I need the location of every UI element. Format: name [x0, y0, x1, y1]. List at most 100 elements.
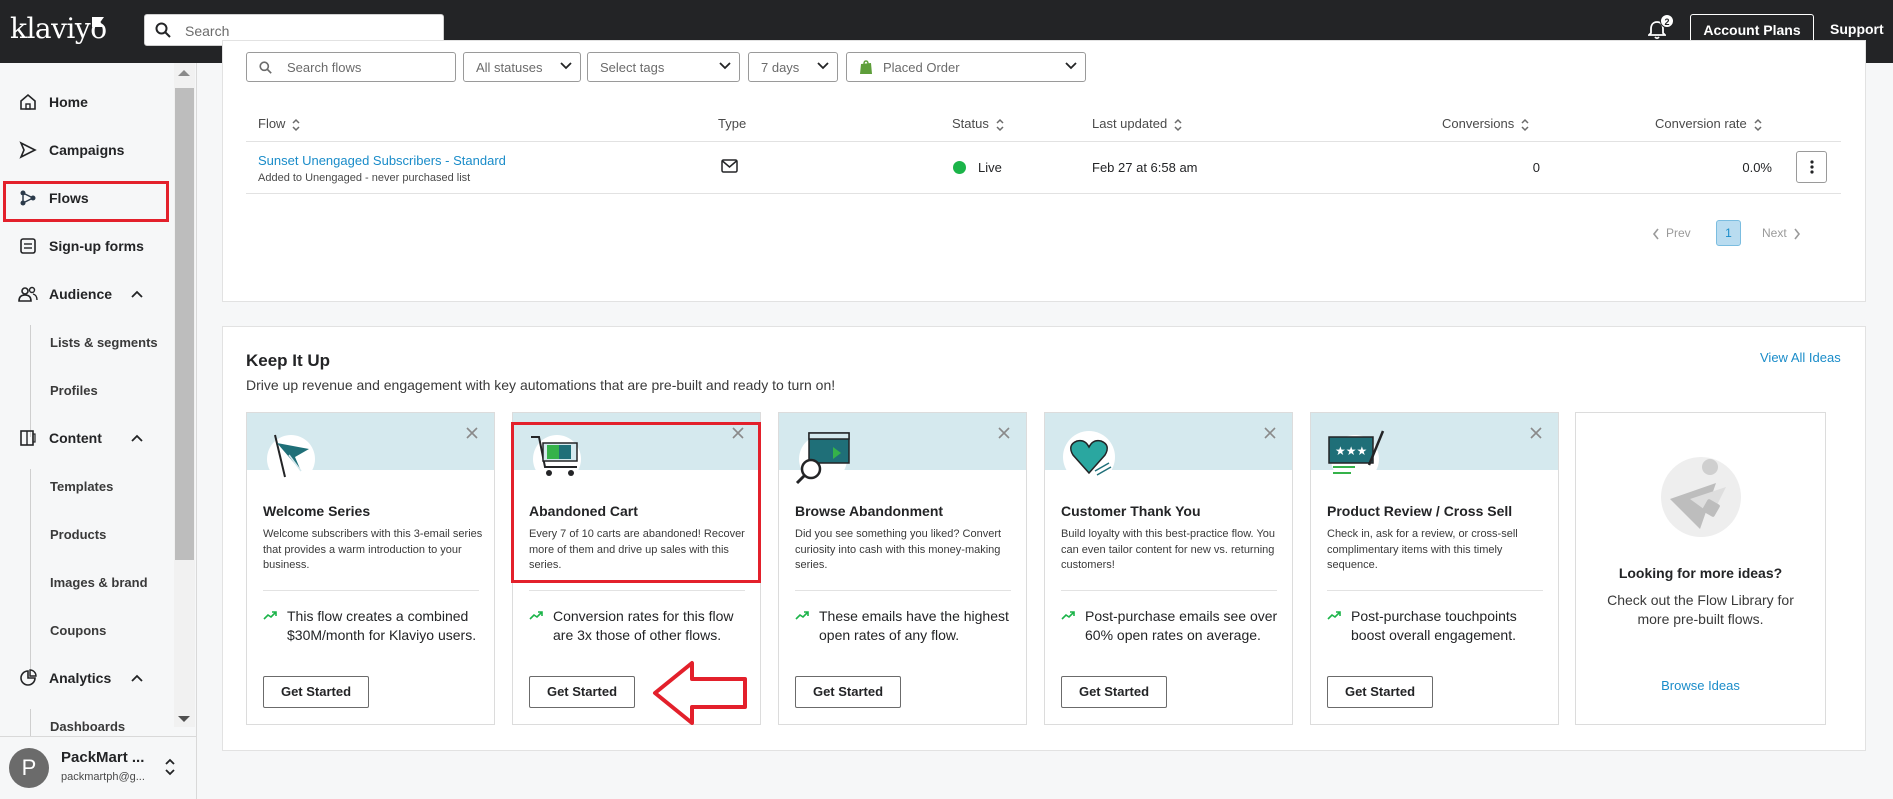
card-stat: Post-purchase emails see over 60% open r… — [1085, 608, 1278, 643]
view-all-ideas-link[interactable]: View All Ideas — [1760, 350, 1841, 365]
sort-icon — [1754, 118, 1762, 131]
card-description: Welcome subscribers with this 3-email se… — [263, 528, 483, 571]
row-actions-button[interactable] — [1796, 151, 1827, 183]
col-header-flow[interactable]: Flow — [258, 116, 301, 132]
get-started-button[interactable]: Get Started — [1327, 676, 1433, 708]
home-icon — [18, 92, 38, 112]
sidebar-sub-profiles[interactable]: Profiles — [50, 383, 98, 398]
card-title: Product Review / Cross Sell — [1327, 503, 1513, 519]
flow-library-illustration — [1661, 457, 1741, 537]
tags-filter-select[interactable]: Select tags — [587, 52, 740, 82]
sidebar-item-label: Sign-up forms — [49, 238, 144, 254]
sidebar-item-label: Audience — [49, 286, 113, 302]
sidebar-sub-coupons[interactable]: Coupons — [50, 623, 106, 638]
flow-idea-card-browse-abandonment: Browse Abandonment Did you see something… — [778, 412, 1027, 725]
browse-ideas-link[interactable]: Browse Ideas — [1576, 678, 1825, 693]
account-switcher[interactable]: P PackMart ... packmartph@g... — [0, 736, 196, 799]
sidebar-sub-templates[interactable]: Templates — [50, 479, 113, 494]
col-header-label: Status — [952, 116, 989, 131]
col-header-type: Type — [718, 116, 747, 131]
support-link[interactable]: Support — [1830, 21, 1884, 37]
close-icon[interactable] — [1530, 427, 1542, 439]
klaviyo-logo[interactable]: klaviyo — [10, 12, 107, 45]
card-title: Browse Abandonment — [795, 503, 944, 519]
flow-idea-card-product-review: ★★★ Product Review / Cross Sell Check in… — [1310, 412, 1559, 725]
account-name: PackMart ... — [61, 749, 145, 766]
col-header-label: Conversions — [1442, 116, 1515, 131]
flow-name-link[interactable]: Sunset Unengaged Subscribers - Standard — [258, 153, 506, 168]
form-icon — [18, 236, 38, 256]
period-filter-select[interactable]: 7 days — [748, 52, 838, 82]
sidebar-sub-dashboards[interactable]: Dashboards — [50, 719, 125, 734]
close-icon[interactable] — [1264, 427, 1276, 439]
sidebar-scrollbar-thumb[interactable] — [175, 88, 194, 560]
flow-trigger-text: Added to Unengaged - never purchased lis… — [258, 172, 471, 184]
trending-up-icon — [529, 611, 543, 620]
get-started-button[interactable]: Get Started — [795, 676, 901, 708]
sidebar-item-signup-forms[interactable]: Sign-up forms — [0, 226, 172, 266]
trending-up-icon — [1327, 611, 1341, 620]
get-started-button[interactable]: Get Started — [1061, 676, 1167, 708]
flow-idea-card-welcome-series: Welcome Series Welcome subscribers with … — [246, 412, 495, 725]
col-header-status[interactable]: Status — [952, 116, 1005, 132]
section-title: Keep It Up — [246, 351, 331, 370]
get-started-button[interactable]: Get Started — [529, 676, 635, 708]
sidebar-item-content[interactable]: Content — [0, 418, 172, 458]
col-header-conversions[interactable]: Conversions — [1442, 116, 1530, 132]
sidebar-item-label: Content — [49, 430, 102, 446]
chevron-left-icon — [1652, 228, 1659, 240]
chevron-up-icon — [131, 434, 143, 442]
close-icon[interactable] — [466, 427, 478, 439]
flow-conversions: 0 — [1532, 160, 1540, 175]
account-email: packmartph@g... — [61, 771, 145, 783]
sidebar-sub-products[interactable]: Products — [50, 527, 106, 542]
search-placeholder: Search — [185, 23, 230, 39]
people-icon — [18, 284, 38, 304]
scroll-down-icon[interactable] — [178, 716, 190, 722]
pagination-page-current[interactable]: 1 — [1716, 220, 1741, 246]
flow-conversion-rate: 0.0% — [1742, 160, 1772, 175]
abandoned-cart-highlight-box — [511, 422, 761, 583]
card-description: Build loyalty with this best-practice fl… — [1061, 528, 1276, 571]
pagination-prev-label: Prev — [1666, 226, 1691, 240]
flow-search-input[interactable]: Search flows — [246, 52, 456, 82]
status-filter-value: All statuses — [476, 60, 543, 75]
notification-badge: 2 — [1660, 14, 1674, 28]
card-stat: Conversion rates for this flow are 3x th… — [553, 608, 734, 643]
flow-status: Live — [978, 160, 1002, 175]
svg-text:★★★: ★★★ — [1335, 444, 1367, 458]
sidebar-item-home[interactable]: Home — [0, 82, 172, 122]
pagination-prev[interactable]: Prev — [1652, 226, 1691, 240]
welcome-flag-illustration — [267, 434, 315, 483]
card-title: Customer Thank You — [1061, 503, 1201, 519]
more-ideas-card: Looking for more ideas? Check out the Fl… — [1575, 412, 1826, 725]
scroll-up-icon[interactable] — [178, 70, 190, 76]
table-divider — [246, 193, 1841, 194]
chevron-down-icon — [719, 62, 731, 70]
sidebar-item-label: Campaigns — [49, 142, 125, 158]
chevron-up-icon — [131, 290, 143, 298]
table-divider — [246, 141, 1841, 142]
metric-filter-select[interactable]: Placed Order — [846, 52, 1086, 82]
period-filter-value: 7 days — [761, 60, 800, 75]
sidebar-item-analytics[interactable]: Analytics — [0, 658, 172, 698]
close-icon[interactable] — [998, 427, 1010, 439]
sidebar-item-campaigns[interactable]: Campaigns — [0, 130, 172, 170]
status-filter-select[interactable]: All statuses — [463, 52, 581, 82]
trending-up-icon — [1061, 611, 1075, 620]
card-divider — [529, 590, 745, 591]
col-header-last-updated[interactable]: Last updated — [1092, 116, 1183, 132]
sidebar-sub-images-brand[interactable]: Images & brand — [50, 575, 148, 590]
sidebar-item-audience[interactable]: Audience — [0, 274, 172, 314]
get-started-button[interactable]: Get Started — [263, 676, 369, 708]
chevron-up-icon — [131, 674, 143, 682]
sort-icon — [996, 118, 1004, 131]
col-header-conversion-rate[interactable]: Conversion rate — [1655, 116, 1763, 132]
section-subtitle: Drive up revenue and engagement with key… — [246, 377, 836, 393]
flows-highlight-box — [3, 181, 169, 222]
chevron-right-icon — [1794, 228, 1800, 240]
pagination-next[interactable]: Next — [1762, 226, 1801, 240]
trending-up-icon — [795, 611, 809, 620]
sidebar: Home Campaigns Flows Sign-up forms Audie… — [0, 63, 197, 799]
sidebar-sub-lists-segments[interactable]: Lists & segments — [50, 335, 158, 350]
